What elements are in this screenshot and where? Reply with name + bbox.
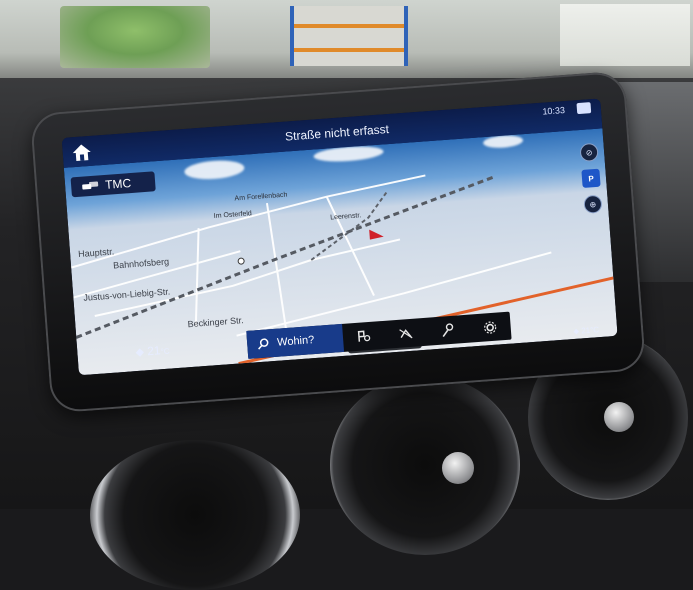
air-vent-knob[interactable] [604, 402, 634, 432]
workshop-shelf [290, 6, 408, 66]
left-temp-arrow: ⬥ [135, 344, 148, 360]
parking-icon[interactable]: P [581, 168, 601, 188]
display-bezel: Am Forellenbach Im Osterfeld Hauptstr. B… [29, 70, 647, 414]
railway [75, 174, 497, 339]
air-vent-knob[interactable] [442, 452, 474, 484]
route-options-icon [399, 329, 413, 339]
home-button[interactable] [66, 137, 98, 167]
route-options-button[interactable] [384, 318, 428, 349]
guidance-button[interactable] [426, 315, 470, 346]
route-path [310, 191, 388, 261]
poi-icon [357, 330, 371, 342]
search-label: Wohin? [276, 334, 315, 349]
traffic-icon [82, 181, 99, 190]
settings-button[interactable] [468, 312, 512, 343]
settings-icon [483, 321, 496, 334]
destination-marker [369, 229, 384, 240]
home-icon [72, 144, 91, 161]
clock: 10:33 [542, 105, 566, 117]
road [265, 202, 288, 333]
road [194, 228, 200, 327]
air-vent-left [90, 440, 300, 590]
map-poi [237, 257, 245, 265]
right-temperature: ⬥ 21°C [573, 325, 599, 337]
right-temp-unit: °C [589, 325, 600, 335]
search-icon [258, 338, 269, 350]
navigation-screen: Am Forellenbach Im Osterfeld Hauptstr. B… [61, 98, 618, 376]
window-greenery [60, 6, 210, 68]
left-temp-unit: °C [160, 346, 170, 357]
message-icon[interactable] [576, 102, 592, 115]
workshop-window [560, 4, 690, 66]
tmc-label: TMC [104, 176, 132, 192]
air-vent-center [330, 375, 520, 555]
left-temp-value: 21 [146, 343, 162, 359]
guidance-icon [442, 323, 454, 338]
poi-button[interactable] [342, 321, 386, 352]
left-temperature: ⬥ 21°C [135, 343, 170, 360]
